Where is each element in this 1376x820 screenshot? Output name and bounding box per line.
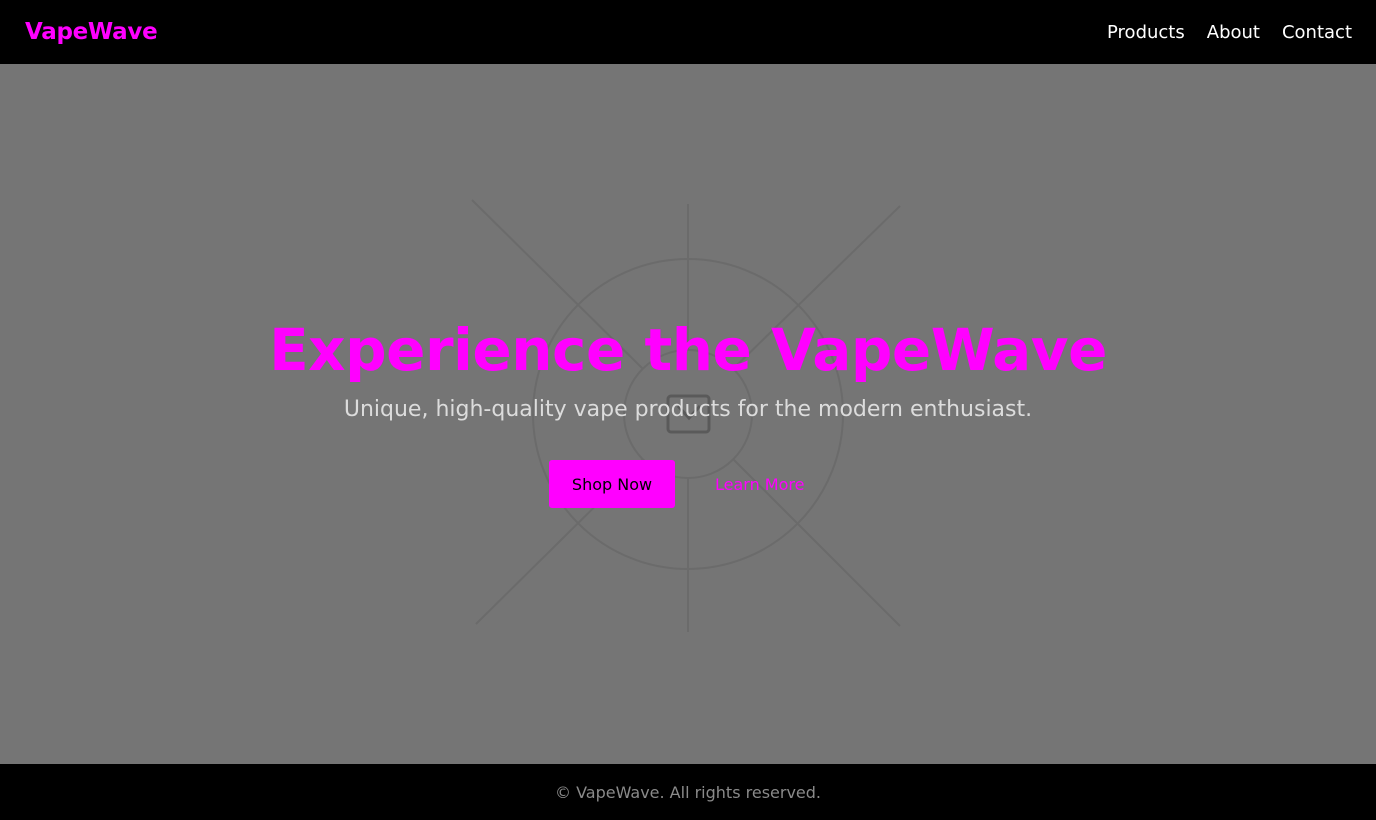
brand-logo[interactable]: VapeWave (25, 19, 158, 45)
hero-title: Experience the VapeWave (269, 316, 1107, 384)
top-navbar: VapeWave Products About Contact (0, 0, 1376, 64)
nav-link-contact[interactable]: Contact (1282, 22, 1352, 43)
nav-link-products[interactable]: Products (1107, 22, 1185, 43)
nav-link-about[interactable]: About (1207, 22, 1260, 43)
hero-section: Experience the VapeWave Unique, high-qua… (0, 64, 1376, 764)
hero-subtitle: Unique, high-quality vape products for t… (343, 397, 1033, 422)
main-nav: Products About Contact (1107, 22, 1352, 43)
cta-row: Shop Now Learn More (549, 460, 804, 508)
shop-now-button[interactable]: Shop Now (549, 460, 675, 508)
copyright-text: © VapeWave. All rights reserved. (555, 782, 821, 802)
hero-content: Experience the VapeWave Unique, high-qua… (0, 64, 1376, 764)
site-footer: © VapeWave. All rights reserved. (0, 764, 1376, 820)
learn-more-link[interactable]: Learn More (715, 475, 804, 494)
